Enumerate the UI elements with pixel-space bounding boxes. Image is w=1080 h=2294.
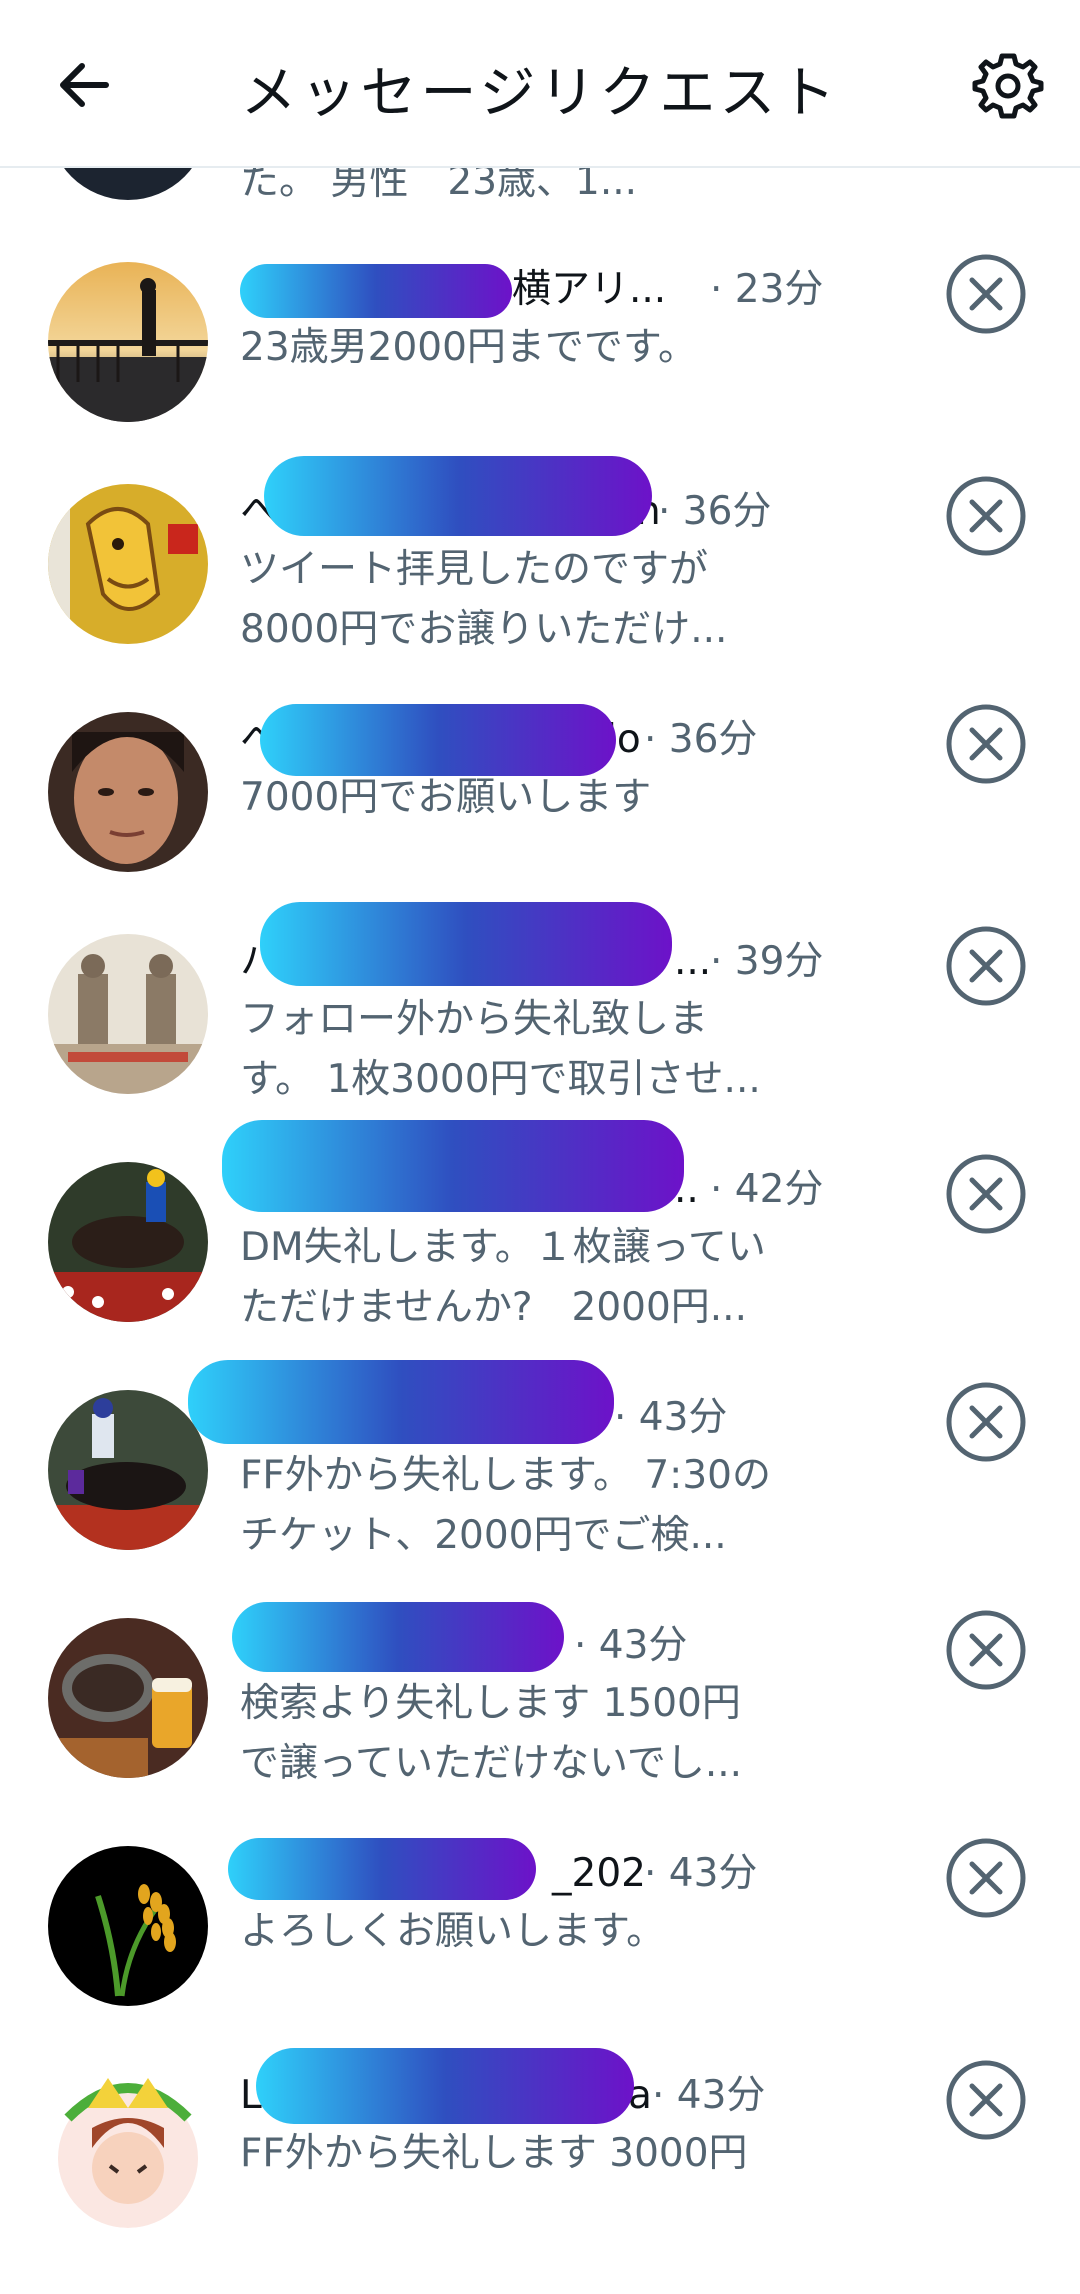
rice-plant-icon (48, 1846, 208, 2006)
avatar (48, 1846, 208, 2006)
close-circle-icon (946, 2060, 1026, 2140)
close-circle-icon (946, 1154, 1026, 1234)
timestamp: · 43分 (614, 1395, 728, 1440)
message-preview: よろしくお願いします。 (240, 1909, 666, 1954)
avatar (48, 934, 208, 1094)
list-item[interactable]: 横アリ... · 23分 23歳男2000円までです。 (0, 254, 1080, 488)
timestamp: · 39分 (710, 939, 824, 984)
message-request-list: た。 男性 23歳、1... 横アリ... · 23分 23歳男2000円までで… (0, 0, 1080, 2228)
list-item[interactable]: L a · 43分 FF外から失礼します 3000円 (0, 2048, 1080, 2294)
close-circle-icon (946, 704, 1026, 784)
dismiss-request-button[interactable] (946, 2060, 1026, 2140)
redacted-name (260, 704, 616, 776)
dismiss-request-button[interactable] (946, 476, 1026, 556)
message-preview: フォロー外から失礼致しま す。 1枚3000円で取引させ... (240, 997, 761, 1102)
sender-name-suffix: _202 (552, 1851, 646, 1896)
redacted-name (188, 1360, 614, 1444)
top-app-bar: メッセージリクエスト (0, 0, 1080, 168)
redacted-name (264, 456, 652, 536)
message-preview: ツイート拝見したのですが 8000円でお譲りいただけ... (240, 547, 728, 652)
redacted-name (256, 2048, 634, 2124)
list-item[interactable]: · 43分 FF外から失礼します。 7:30の チケット、2000円でご検... (0, 1360, 1080, 1616)
dismiss-request-button[interactable] (946, 1838, 1026, 1918)
avatar (48, 1618, 208, 1778)
avatar (48, 262, 208, 422)
close-circle-icon (946, 254, 1026, 334)
close-circle-icon (946, 1382, 1026, 1462)
redacted-name (228, 1838, 536, 1900)
list-item[interactable]: · 43分 検索より失礼します 1500円 で譲っていただけないでし... (0, 1602, 1080, 1844)
sender-name-suffix: ... (674, 939, 712, 984)
list-item[interactable]: .. · 42分 DM失礼します。１枚譲ってい ただけませんか? 2000円..… (0, 1120, 1080, 1388)
timestamp: · 36分 (658, 489, 772, 534)
page-title: メッセージリクエスト (240, 61, 840, 126)
avatar (48, 1390, 208, 1550)
dismiss-request-button[interactable] (946, 1154, 1026, 1234)
timestamp: · 43分 (644, 1851, 758, 1896)
message-preview: 7000円でお願いします (240, 775, 652, 820)
avatar (48, 2068, 208, 2228)
sender-name-suffix: 横アリ... (512, 267, 667, 312)
timestamp: · 43分 (574, 1623, 688, 1668)
redacted-name (232, 1602, 564, 1672)
settings-button[interactable] (972, 50, 1044, 122)
redacted-name (240, 264, 512, 318)
gear-icon (972, 53, 1044, 119)
message-preview: FF外から失礼します。 7:30の チケット、2000円でご検... (240, 1453, 771, 1558)
list-item[interactable]: へ n · 36分 ツイート拝見したのですが 8000円でお譲りいただけ... (0, 456, 1080, 710)
dismiss-request-button[interactable] (946, 704, 1026, 784)
redacted-name (222, 1120, 684, 1212)
dismiss-request-button[interactable] (946, 254, 1026, 334)
message-preview: DM失礼します。１枚譲ってい ただけませんか? 2000円... (240, 1225, 766, 1330)
close-circle-icon (946, 1610, 1026, 1690)
close-circle-icon (946, 926, 1026, 1006)
dismiss-request-button[interactable] (946, 926, 1026, 1006)
close-circle-icon (946, 476, 1026, 556)
close-circle-icon (946, 1838, 1026, 1918)
timestamp: · 42分 (710, 1167, 824, 1212)
dismiss-request-button[interactable] (946, 1610, 1026, 1690)
timestamp: · 23分 (710, 267, 824, 312)
list-item[interactable]: _202 · 43分 よろしくお願いします。 (0, 1838, 1080, 2072)
avatar (48, 484, 208, 644)
avatar (48, 712, 208, 872)
timestamp: · 43分 (652, 2073, 766, 2118)
message-preview: 検索より失礼します 1500円 で譲っていただけないでし... (240, 1681, 743, 1786)
message-preview: FF外から失礼します 3000円 (240, 2131, 748, 2176)
timestamp: · 36分 (644, 717, 758, 762)
avatar (48, 1162, 208, 1322)
redacted-name (260, 902, 672, 986)
dismiss-request-button[interactable] (946, 1382, 1026, 1462)
message-preview: 23歳男2000円までです。 (240, 325, 697, 370)
